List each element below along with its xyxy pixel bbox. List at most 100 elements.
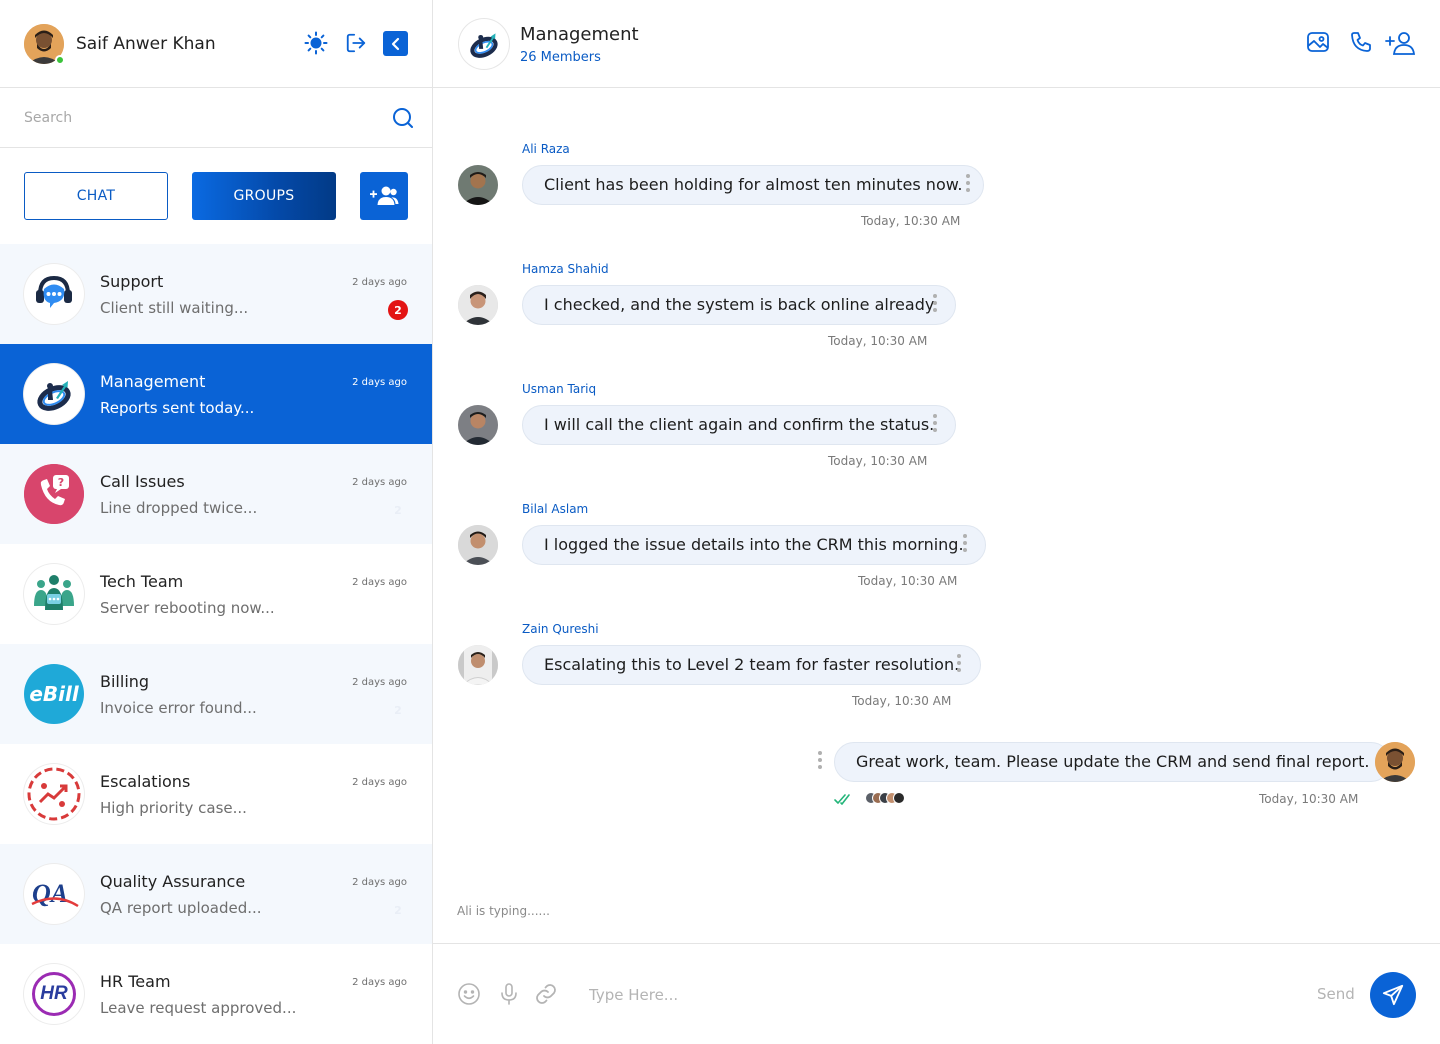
- call-issue-icon: ?: [24, 464, 84, 524]
- paper-plane-icon: [1382, 984, 1404, 1006]
- sender-name[interactable]: Zain Qureshi: [522, 622, 599, 636]
- message-time: Today, 10:30 AM: [828, 454, 928, 468]
- group-name: Support: [100, 272, 164, 291]
- send-label[interactable]: Send: [1317, 985, 1355, 1003]
- management-logo-icon: [24, 364, 84, 424]
- message-time: Today, 10:30 AM: [861, 214, 961, 228]
- group-preview: QA report uploaded...: [100, 899, 262, 917]
- tab-chat[interactable]: CHAT: [24, 172, 168, 220]
- sender-avatar[interactable]: [458, 525, 498, 565]
- message-time: Today, 10:30 AM: [858, 574, 958, 588]
- message-bubble[interactable]: Escalating this to Level 2 team for fast…: [522, 645, 982, 685]
- group-name: Escalations: [100, 772, 191, 791]
- media-icon[interactable]: [1306, 30, 1330, 58]
- support-headset-icon: [24, 264, 84, 324]
- group-time: 2 days ago: [352, 777, 407, 788]
- tabs-row: CHAT GROUPS: [0, 148, 432, 244]
- unread-badge: 2: [394, 703, 402, 717]
- ebill-logo-icon: eBill: [24, 664, 84, 724]
- escalation-icon: [24, 764, 84, 824]
- message-bubble[interactable]: Client has been holding for almost ten m…: [522, 165, 985, 205]
- add-group-button[interactable]: [360, 172, 408, 220]
- send-button[interactable]: [1370, 972, 1416, 1018]
- svg-text:?: ?: [58, 476, 64, 489]
- message-bubble[interactable]: I checked, and the system is back online…: [522, 285, 957, 325]
- message-options-icon[interactable]: [965, 174, 971, 196]
- group-name: Management: [100, 372, 206, 391]
- user-name: Saif Anwer Khan: [76, 34, 216, 54]
- chat-title: Management: [520, 24, 639, 45]
- message-options-icon[interactable]: [962, 534, 968, 556]
- phone-icon[interactable]: [1349, 30, 1373, 58]
- tech-team-icon: [24, 564, 84, 624]
- group-time: 2 days ago: [352, 577, 407, 588]
- group-name: Billing: [100, 672, 150, 691]
- group-name: Call Issues: [100, 472, 185, 491]
- group-time: 2 days ago: [352, 477, 407, 488]
- message-list: Ali Raza Client has been holding for alm…: [433, 88, 1440, 943]
- tab-groups[interactable]: GROUPS: [192, 172, 336, 220]
- double-check-icon: [834, 791, 854, 810]
- sender-name[interactable]: Bilal Aslam: [522, 502, 588, 516]
- message-time: Today, 10:30 AM: [1259, 792, 1359, 806]
- message-time: Today, 10:30 AM: [852, 694, 952, 708]
- typing-indicator: Ali is typing......: [457, 904, 550, 918]
- message-options-icon[interactable]: [956, 654, 962, 676]
- group-item-hr-team[interactable]: HR HR Team Leave request approved... 2 d…: [0, 944, 432, 1044]
- group-time: 2 days ago: [352, 377, 407, 388]
- sender-name[interactable]: Hamza Shahid: [522, 262, 609, 276]
- group-item-billing[interactable]: eBill Billing Invoice error found... 2 d…: [0, 644, 432, 744]
- message-bubble[interactable]: I will call the client again and confirm…: [522, 405, 957, 445]
- sender-avatar[interactable]: [458, 285, 498, 325]
- online-status-dot: [55, 55, 65, 65]
- group-preview: High priority case...: [100, 799, 247, 817]
- qa-logo-icon: QA: [24, 864, 84, 924]
- sender-name[interactable]: Usman Tariq: [522, 382, 596, 396]
- sender-avatar[interactable]: [458, 645, 498, 685]
- sun-icon[interactable]: [303, 30, 329, 56]
- group-item-tech-team[interactable]: Tech Team Server rebooting now... 2 days…: [0, 544, 432, 644]
- message-bubble[interactable]: I logged the issue details into the CRM …: [522, 525, 986, 565]
- group-preview: Reports sent today...: [100, 399, 255, 417]
- group-list: Support Client still waiting... 2 days a…: [0, 244, 432, 1044]
- unread-badge: 2: [388, 300, 408, 320]
- group-item-support[interactable]: Support Client still waiting... 2 days a…: [0, 244, 432, 344]
- profile-bar: Saif Anwer Khan: [0, 0, 432, 88]
- message-input[interactable]: [589, 982, 1149, 1008]
- group-name: Tech Team: [100, 572, 184, 591]
- message-options-icon[interactable]: [932, 414, 938, 436]
- seen-by-avatars[interactable]: [865, 792, 905, 804]
- search-icon[interactable]: [391, 106, 415, 134]
- search-input[interactable]: [24, 106, 364, 130]
- own-avatar[interactable]: [1375, 742, 1415, 782]
- management-logo-icon[interactable]: [459, 19, 509, 69]
- group-item-management[interactable]: Management Reports sent today... 2 days …: [0, 344, 432, 444]
- unread-badge: 2: [394, 903, 402, 917]
- message-options-icon[interactable]: [817, 751, 823, 773]
- microphone-icon[interactable]: [497, 982, 521, 1010]
- sender-avatar[interactable]: [458, 165, 498, 205]
- group-item-escalations[interactable]: Escalations High priority case... 2 days…: [0, 744, 432, 844]
- sender-avatar[interactable]: [458, 405, 498, 445]
- emoji-icon[interactable]: [457, 982, 481, 1010]
- search-bar: [0, 88, 432, 148]
- sidebar: Saif Anwer Khan Search CHAT GROUPS Suppo…: [0, 0, 432, 1044]
- add-member-icon[interactable]: [1384, 30, 1418, 60]
- attachment-link-icon[interactable]: [534, 982, 558, 1010]
- group-preview: Server rebooting now...: [100, 599, 275, 617]
- member-count[interactable]: 26 Members: [520, 50, 601, 65]
- logout-icon[interactable]: [343, 30, 369, 56]
- message-time: Today, 10:30 AM: [828, 334, 928, 348]
- group-item-quality-assurance[interactable]: QA Quality Assurance QA report uploaded.…: [0, 844, 432, 944]
- add-users-icon: [370, 186, 399, 205]
- chat-header: Management 26 Members: [433, 0, 1440, 88]
- message-options-icon[interactable]: [932, 294, 938, 316]
- sender-name[interactable]: Ali Raza: [522, 142, 570, 156]
- hr-logo-text: HR: [40, 983, 68, 1004]
- unread-badge: 2: [394, 503, 402, 517]
- group-name: HR Team: [100, 972, 171, 991]
- group-item-call-issues[interactable]: ? Call Issues Line dropped twice... 2 da…: [0, 444, 432, 544]
- message-bubble-own[interactable]: Great work, team. Please update the CRM …: [834, 742, 1392, 782]
- collapse-sidebar-icon[interactable]: [383, 31, 408, 56]
- group-time: 2 days ago: [352, 277, 407, 288]
